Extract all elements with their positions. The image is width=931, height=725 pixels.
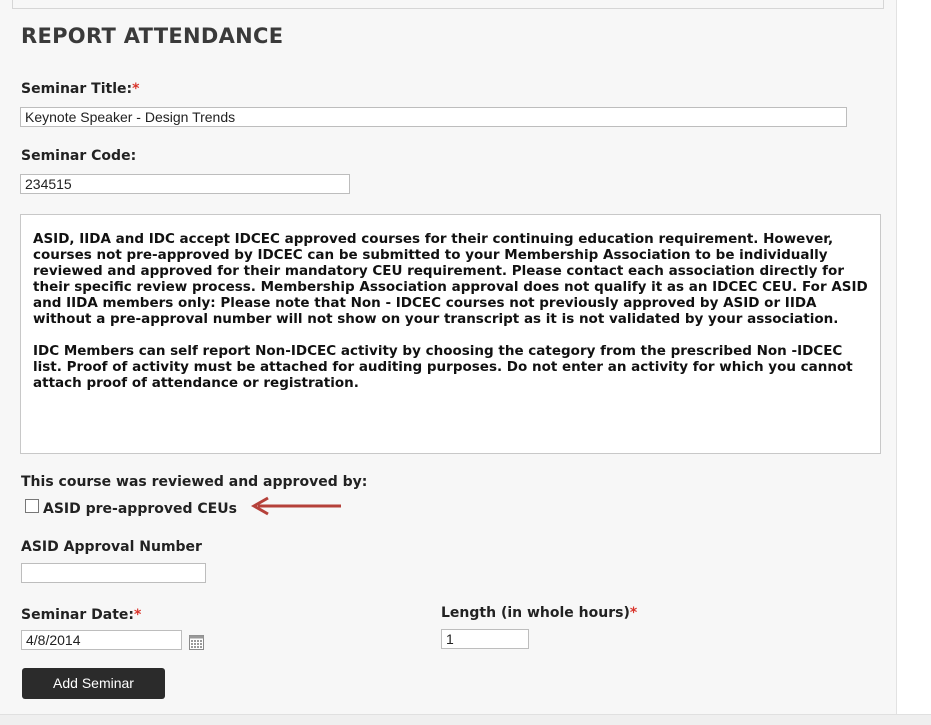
- length-label: Length (in whole hours)*: [441, 605, 637, 621]
- seminar-title-input[interactable]: Keynote Speaker - Design Trends: [20, 107, 847, 127]
- page-margin: [897, 0, 931, 724]
- approval-heading: This course was reviewed and approved by…: [21, 474, 368, 490]
- asid-approval-number-input[interactable]: [21, 563, 206, 583]
- footer-strip: [0, 714, 931, 725]
- notice-paragraph: ASID, IIDA and IDC accept IDCEC approved…: [33, 231, 868, 327]
- asid-pre-approved-label[interactable]: ASID pre-approved CEUs: [43, 501, 237, 517]
- page-title: REPORT ATTENDANCE: [21, 24, 284, 48]
- top-section-edge: [12, 0, 884, 9]
- length-input[interactable]: 1: [441, 629, 529, 649]
- seminar-code-input[interactable]: 234515: [20, 174, 350, 194]
- notice-paragraph: IDC Members can self report Non-IDCEC ac…: [33, 343, 853, 391]
- seminar-date-label-text: Seminar Date:: [21, 607, 135, 623]
- seminar-date-input[interactable]: 4/8/2014: [21, 630, 182, 650]
- required-mark: *: [132, 81, 140, 97]
- add-seminar-button[interactable]: Add Seminar: [22, 668, 165, 699]
- calendar-icon[interactable]: [189, 635, 204, 650]
- seminar-code-label: Seminar Code:: [21, 148, 137, 164]
- asid-pre-approved-checkbox[interactable]: [25, 499, 39, 513]
- seminar-title-label: Seminar Title:*: [21, 81, 139, 97]
- seminar-title-label-text: Seminar Title:: [21, 81, 133, 97]
- required-mark: *: [134, 607, 142, 623]
- seminar-date-label: Seminar Date:*: [21, 607, 141, 623]
- notice-box: ASID, IIDA and IDC accept IDCEC approved…: [20, 214, 881, 454]
- asid-approval-number-label: ASID Approval Number: [21, 539, 202, 555]
- arrow-left-icon: [250, 496, 341, 516]
- required-mark: *: [629, 605, 638, 621]
- length-label-text: Length (in whole hours): [441, 605, 630, 621]
